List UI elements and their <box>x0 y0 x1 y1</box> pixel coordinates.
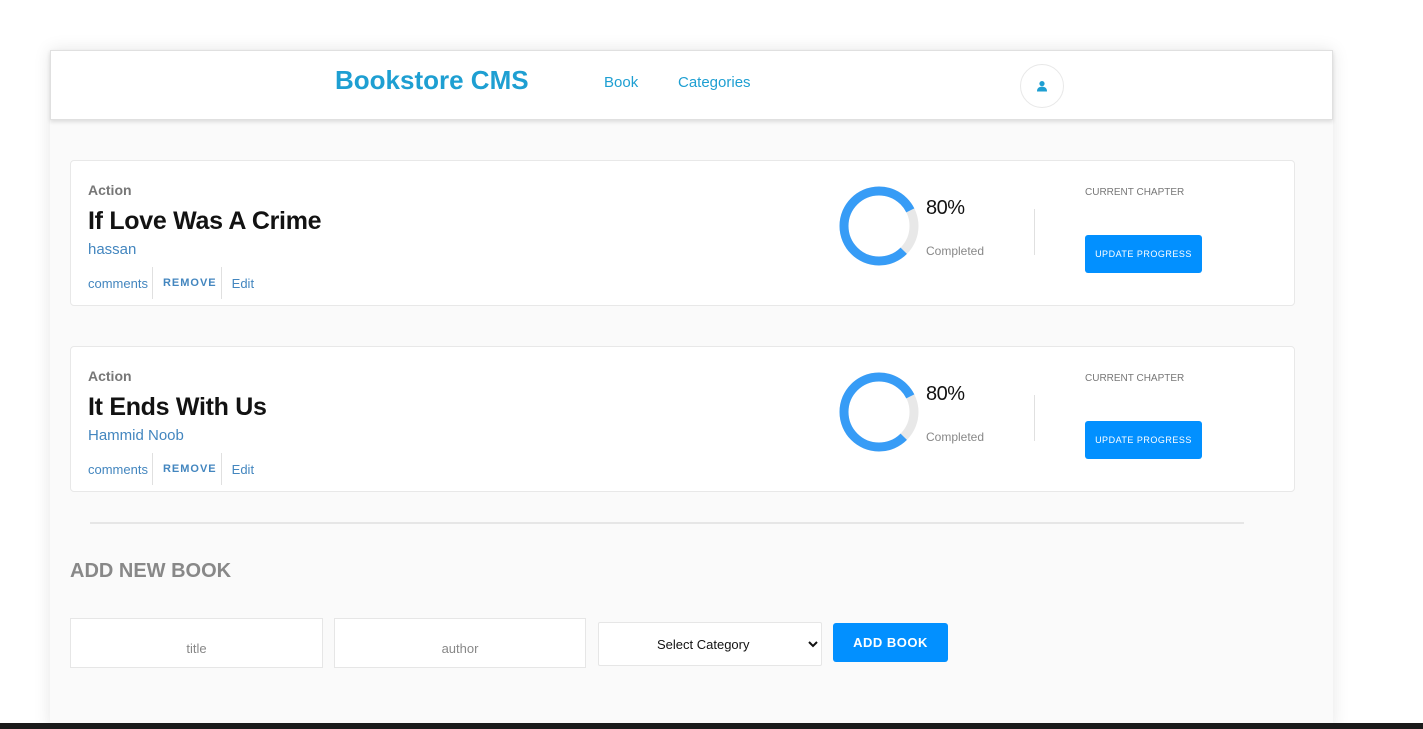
current-chapter-label: CURRENT CHAPTER <box>1085 373 1185 384</box>
progress-divider <box>1034 209 1035 255</box>
update-progress-button[interactable]: UPDATE PROGRESS <box>1085 421 1202 459</box>
category-select[interactable]: Select Category <box>598 622 822 666</box>
book-category: Action <box>88 368 132 384</box>
edit-button[interactable]: Edit <box>232 462 254 477</box>
book-category: Action <box>88 182 132 198</box>
book-author[interactable]: Hammid Noob <box>88 427 184 444</box>
comments-button[interactable]: comments <box>88 276 148 291</box>
user-button[interactable] <box>1020 64 1064 108</box>
app-panel: Bookstore CMS Book Categories Action If … <box>50 50 1333 729</box>
current-chapter-label: CURRENT CHAPTER <box>1085 187 1185 198</box>
remove-button[interactable]: REMOVE <box>163 277 217 289</box>
taskbar <box>0 723 1423 729</box>
book-actions: comments REMOVE Edit <box>88 267 254 299</box>
action-divider <box>151 267 153 299</box>
add-book-heading: ADD NEW BOOK <box>70 560 232 582</box>
section-divider <box>90 522 1244 524</box>
progress-percent: 80% <box>926 383 965 405</box>
progress-ring <box>839 372 919 452</box>
progress-percent: 80% <box>926 197 965 219</box>
book-title: It Ends With Us <box>88 393 267 421</box>
update-progress-button[interactable]: UPDATE PROGRESS <box>1085 235 1202 273</box>
action-divider <box>220 453 222 485</box>
book-title: If Love Was A Crime <box>88 207 322 235</box>
progress-divider <box>1034 395 1035 441</box>
author-input[interactable] <box>334 618 586 668</box>
book-card: Action It Ends With Us Hammid Noob comme… <box>70 346 1295 492</box>
book-actions: comments REMOVE Edit <box>88 453 254 485</box>
header: Bookstore CMS Book Categories <box>50 50 1333 120</box>
nav-link-book[interactable]: Book <box>604 74 638 91</box>
brand-title[interactable]: Bookstore CMS <box>335 65 529 96</box>
progress-completed-label: Completed <box>926 430 985 444</box>
remove-button[interactable]: REMOVE <box>163 463 217 475</box>
title-input[interactable] <box>70 618 323 668</box>
edit-button[interactable]: Edit <box>232 276 254 291</box>
comments-button[interactable]: comments <box>88 462 148 477</box>
nav-link-categories[interactable]: Categories <box>678 74 751 91</box>
action-divider <box>151 453 153 485</box>
user-icon <box>1037 81 1047 92</box>
progress-completed-label: Completed <box>926 244 985 258</box>
book-author[interactable]: hassan <box>88 241 136 258</box>
add-book-button[interactable]: ADD BOOK <box>833 623 948 662</box>
action-divider <box>220 267 222 299</box>
progress-ring <box>839 186 919 266</box>
book-card: Action If Love Was A Crime hassan commen… <box>70 160 1295 306</box>
